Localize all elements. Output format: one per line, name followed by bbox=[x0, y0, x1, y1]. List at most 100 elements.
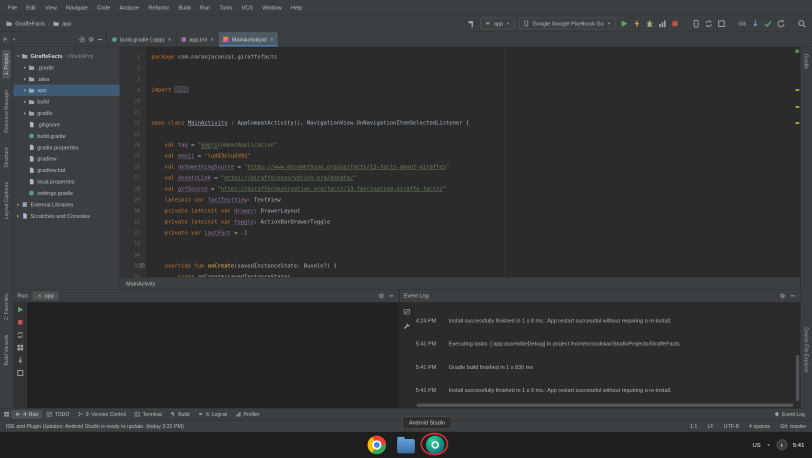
editor-tab-mainactivity-kt[interactable]: MainActivity.kt× bbox=[219, 32, 279, 46]
toolwindow-button-event-log[interactable]: Event Log bbox=[770, 410, 809, 418]
gutter-line[interactable]: 31 bbox=[120, 216, 145, 227]
gutter-line[interactable]: 21 bbox=[120, 106, 145, 117]
tool-stripe-device-file-explorer[interactable]: Device File Explorer bbox=[802, 324, 810, 376]
git-commit-button[interactable] bbox=[764, 19, 772, 27]
code-line[interactable]: val donateLink = "https://giraffeconserv… bbox=[151, 172, 800, 183]
files-icon[interactable] bbox=[397, 439, 415, 453]
tree-item-gradle[interactable]: gradle bbox=[13, 107, 120, 118]
gutter-line[interactable]: 20 bbox=[120, 95, 145, 106]
keyboard-indicator[interactable]: US bbox=[752, 442, 760, 449]
search-everywhere-icon[interactable] bbox=[798, 19, 806, 27]
code-line[interactable]: lateinit var factTextView: TextView bbox=[151, 194, 800, 205]
menu-item-help[interactable]: Help bbox=[286, 4, 307, 10]
indent-config[interactable]: 4 spaces bbox=[749, 423, 770, 429]
tree-item-giraffefacts[interactable]: GiraffeFacts~/StudioProj bbox=[13, 50, 120, 61]
tool-stripe-layout-captures[interactable]: Layout Captures bbox=[2, 179, 10, 223]
tool-stripe-resource-manager[interactable]: Resource Manager bbox=[2, 86, 10, 136]
menu-item-build[interactable]: Build bbox=[174, 4, 196, 10]
device-select[interactable]: Google Google Pixelbook Go bbox=[519, 18, 616, 29]
gutter-line[interactable]: 33 bbox=[120, 238, 145, 249]
run-config-select[interactable]: app bbox=[480, 18, 515, 29]
settings-wrench-icon[interactable] bbox=[403, 323, 410, 330]
menu-item-window[interactable]: Window bbox=[258, 4, 287, 10]
chevron-right-icon[interactable] bbox=[22, 88, 27, 93]
editor-tab-app-iml[interactable]: app.iml× bbox=[176, 32, 219, 46]
rerun-button[interactable] bbox=[16, 306, 24, 314]
tree-item-app[interactable]: app bbox=[13, 85, 120, 96]
chevron-right-icon[interactable] bbox=[22, 65, 27, 70]
hide-panel-icon[interactable] bbox=[790, 293, 796, 299]
code-line[interactable] bbox=[151, 249, 800, 260]
gutter-line[interactable]: 32 bbox=[120, 227, 145, 238]
git-revert-button[interactable] bbox=[776, 19, 784, 27]
breadcrumb-project[interactable]: GiraffeFacts bbox=[15, 20, 45, 26]
git-branch[interactable]: Git: master bbox=[780, 423, 806, 429]
toolwindow-button-terminal[interactable]: Terminal bbox=[131, 410, 166, 418]
gutter-line[interactable]: 25 bbox=[120, 150, 145, 161]
menu-item-navigate[interactable]: Navigate bbox=[61, 4, 92, 10]
chrome-icon[interactable] bbox=[368, 436, 387, 455]
gear-icon[interactable] bbox=[378, 293, 384, 299]
android-studio-taskbar-item[interactable] bbox=[426, 436, 445, 455]
tree-item-gradle[interactable]: .gradle bbox=[13, 62, 120, 73]
editor-tab-build-gradle-app[interactable]: build.gradle (:app)× bbox=[107, 32, 176, 46]
profile-button[interactable] bbox=[658, 19, 666, 27]
tool-window-switcher-icon[interactable] bbox=[3, 411, 9, 417]
toolwindow-button-profiler[interactable]: Profiler bbox=[232, 410, 264, 418]
code-line[interactable] bbox=[151, 128, 800, 139]
hide-panel-icon[interactable] bbox=[97, 36, 103, 42]
breadcrumb-class[interactable]: MainActivity bbox=[126, 280, 155, 286]
tool-stripe-1-project[interactable]: 1: Project bbox=[2, 50, 10, 78]
tool-stripe-structure[interactable]: Structure bbox=[2, 144, 10, 171]
stop-button[interactable] bbox=[16, 318, 24, 326]
code-line[interactable]: override fun onCreate(savedInstanceState… bbox=[151, 260, 800, 271]
avd-manager-icon[interactable] bbox=[692, 19, 700, 27]
code-line[interactable]: val emoji = "\ud83e\udd92" bbox=[151, 150, 800, 161]
gutter-line[interactable]: 34 bbox=[120, 249, 145, 260]
line-separator[interactable]: LF bbox=[707, 423, 713, 429]
run-tab-app[interactable]: app bbox=[33, 291, 59, 300]
clear-console-icon[interactable] bbox=[16, 369, 24, 377]
chevron-right-icon[interactable] bbox=[16, 213, 21, 218]
code-line[interactable]: super.onCreate(savedInstanceState) bbox=[151, 271, 800, 277]
code-line[interactable]: private var lastFact = -1 bbox=[151, 227, 800, 238]
apply-changes-button[interactable] bbox=[633, 19, 641, 27]
tree-item-settings-gradle[interactable]: settings.gradle bbox=[13, 187, 120, 198]
caret-position[interactable]: 1:1 bbox=[690, 423, 697, 429]
sync-project-icon[interactable] bbox=[704, 19, 712, 27]
chevron-right-icon[interactable] bbox=[22, 111, 27, 116]
sdk-manager-icon[interactable] bbox=[717, 19, 725, 27]
build-hammer-icon[interactable] bbox=[468, 19, 476, 27]
menu-item-refactor[interactable]: Refactor bbox=[144, 4, 174, 10]
tree-item-idea[interactable]: .idea bbox=[13, 73, 120, 84]
gutter-line[interactable]: 27 bbox=[120, 172, 145, 183]
toolwindow-button-build[interactable]: Build bbox=[166, 410, 193, 418]
toolwindow-button-4-run[interactable]: 4: Run bbox=[11, 410, 42, 418]
menu-item-vcs[interactable]: VCS bbox=[237, 4, 258, 10]
code-line[interactable] bbox=[151, 73, 800, 84]
vertical-scrollbar[interactable] bbox=[796, 355, 799, 402]
scroll-to-end-icon[interactable] bbox=[16, 357, 24, 365]
hide-panel-icon[interactable] bbox=[388, 293, 394, 299]
gutter-line[interactable]: 23 bbox=[120, 128, 145, 139]
git-update-button[interactable] bbox=[751, 19, 759, 27]
layout-icon[interactable] bbox=[16, 344, 24, 352]
gutter-line[interactable]: 29 bbox=[120, 194, 145, 205]
restart-activity-icon[interactable] bbox=[16, 331, 24, 339]
gutter-line[interactable]: 22 bbox=[120, 117, 145, 128]
clock[interactable]: 5:41 bbox=[793, 442, 805, 449]
code-line[interactable]: open class MainActivity : AppCompatActiv… bbox=[151, 117, 800, 128]
chevron-right-icon[interactable] bbox=[22, 76, 27, 81]
tree-item-scratches-and-consoles[interactable]: Scratches and Consoles bbox=[13, 210, 120, 221]
run-button[interactable] bbox=[620, 19, 628, 27]
code-line[interactable] bbox=[151, 238, 800, 249]
menu-item-edit[interactable]: Edit bbox=[22, 4, 41, 10]
code-line[interactable]: val tag = "EmojiCompatApplication" bbox=[151, 139, 800, 150]
menu-item-file[interactable]: File bbox=[3, 4, 21, 10]
close-icon[interactable]: × bbox=[210, 36, 214, 42]
code-line[interactable] bbox=[151, 62, 800, 73]
tree-item-gradlew[interactable]: gradlew bbox=[13, 153, 120, 164]
gutter-line[interactable]: 36 bbox=[120, 271, 145, 277]
editor-breadcrumb[interactable]: MainActivity bbox=[120, 277, 800, 289]
gear-icon[interactable] bbox=[779, 293, 785, 299]
